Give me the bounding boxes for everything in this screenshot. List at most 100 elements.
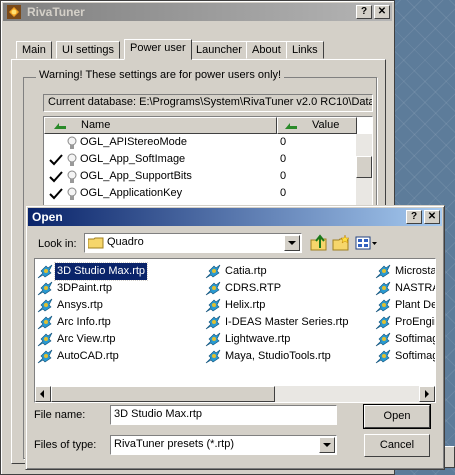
chevron-down-icon[interactable] — [319, 437, 335, 453]
preset-file-icon — [375, 315, 391, 330]
scroll-left-button[interactable] — [35, 386, 51, 402]
file-name: Arc Info.rtp — [57, 316, 111, 328]
preset-file-icon — [205, 349, 221, 364]
list-item[interactable]: OGL_ApplicationKey 0 — [44, 185, 357, 202]
refresh-arrow-icon — [54, 123, 66, 129]
current-database-path: Current database: E:\Programs\System\Riv… — [43, 94, 373, 112]
file-name: 3D Studio Max.rtp — [53, 262, 149, 281]
open-button[interactable]: Open — [363, 404, 431, 429]
column-header-value[interactable]: Value — [277, 117, 357, 134]
file-name: 3DPaint.rtp — [57, 282, 113, 294]
open-dialog-titlebar[interactable]: Open ? ✕ — [28, 208, 442, 226]
preset-file-icon — [37, 315, 53, 330]
folder-icon — [88, 237, 104, 249]
open-dialog: Open ? ✕ Look in: Quadro 3D Studio Max.r… — [25, 205, 445, 470]
look-in-combobox[interactable]: Quadro — [84, 233, 302, 253]
list-item[interactable]: OGL_App_SoftImage 0 — [44, 151, 357, 168]
checkmark-icon — [49, 188, 63, 200]
tab-main[interactable]: Main — [16, 41, 52, 59]
tab-power-user[interactable]: Power user — [124, 39, 192, 60]
rivatuner-titlebar[interactable]: RivaTuner ? ✕ — [3, 3, 392, 21]
file-name: I-DEAS Master Series.rtp — [225, 316, 349, 328]
row-value: 0 — [280, 153, 287, 165]
file-name: ProEngine — [395, 316, 435, 328]
row-name: OGL_App_SupportBits — [80, 170, 192, 182]
files-of-type-label: Files of type: — [34, 439, 97, 451]
arrow-right-icon — [425, 390, 429, 398]
look-in-value: Quadro — [107, 236, 144, 248]
file-name: AutoCAD.rtp — [57, 350, 119, 362]
preset-file-icon — [205, 315, 221, 330]
file-name-input[interactable]: 3D Studio Max.rtp — [110, 405, 337, 425]
preset-file-icon — [375, 332, 391, 347]
tab-ui-settings[interactable]: UI settings — [56, 41, 120, 59]
bulb-icon — [67, 136, 77, 149]
row-name: OGL_ApplicationKey — [80, 187, 183, 199]
checkmark-icon — [49, 171, 63, 183]
warning-label: Warning! These settings are for power us… — [36, 69, 285, 81]
scroll-right-button[interactable] — [419, 386, 435, 402]
open-dialog-title: Open — [32, 210, 63, 224]
look-in-label: Look in: — [38, 238, 77, 250]
up-one-level-icon[interactable] — [309, 234, 329, 252]
checkmark-icon — [49, 154, 63, 166]
list-item[interactable]: OGL_App_SupportBits 0 — [44, 168, 357, 185]
column-name-label: Name — [81, 119, 111, 131]
help-button[interactable]: ? — [356, 5, 372, 19]
preset-file-icon — [205, 264, 221, 279]
close-button[interactable]: ✕ — [374, 5, 390, 19]
close-button[interactable]: ✕ — [424, 210, 440, 224]
file-name: Ansys.rtp — [57, 299, 103, 311]
new-folder-icon[interactable] — [331, 234, 351, 252]
preset-file-icon — [37, 298, 53, 313]
chevron-down-icon[interactable] — [284, 235, 300, 251]
tab-links[interactable]: Links — [286, 41, 324, 59]
rivatuner-app-icon — [7, 5, 21, 19]
refresh-arrow-icon — [285, 123, 297, 129]
file-name: Softimage — [395, 350, 435, 362]
column-value-label: Value — [312, 119, 340, 131]
cancel-button[interactable]: Cancel — [364, 434, 430, 457]
file-name: Plant Desi — [395, 299, 436, 311]
row-value: 0 — [280, 187, 287, 199]
preset-file-icon — [37, 264, 53, 279]
bulb-icon — [67, 153, 77, 166]
file-name: Catia.rtp — [225, 265, 267, 277]
list-vertical-scrollbar[interactable] — [356, 134, 372, 210]
file-name: Maya, StudioTools.rtp — [225, 350, 331, 362]
preset-file-icon — [205, 298, 221, 313]
file-name: Softimage — [395, 333, 435, 345]
preset-file-icon — [375, 298, 391, 313]
file-name-label: File name: — [34, 409, 86, 421]
list-item[interactable]: OGL_APIStereoMode 0 — [44, 134, 357, 151]
scrollbar-thumb[interactable] — [51, 386, 275, 402]
file-list[interactable]: 3D Studio Max.rtp 3DPaint.rtp Ansys.rtp … — [34, 258, 436, 403]
file-name: Microstati — [395, 265, 436, 277]
tab-about[interactable]: About — [246, 41, 287, 59]
arrow-left-icon — [40, 390, 44, 398]
column-header-name[interactable]: Name — [44, 117, 277, 134]
preset-file-icon — [37, 332, 53, 347]
files-of-type-value: RivaTuner presets (*.rtp) — [114, 438, 235, 450]
bulb-icon — [67, 170, 77, 183]
tab-launcher[interactable]: Launcher — [190, 41, 248, 59]
file-name: CDRS.RTP — [225, 282, 282, 294]
bulb-icon — [67, 187, 77, 200]
help-button[interactable]: ? — [406, 210, 422, 224]
row-value: 0 — [280, 136, 287, 148]
files-of-type-combobox[interactable]: RivaTuner presets (*.rtp) — [110, 435, 337, 455]
view-menu-icon[interactable] — [354, 234, 378, 252]
file-list-horizontal-scrollbar[interactable] — [35, 386, 435, 402]
preset-file-icon — [375, 264, 391, 279]
preset-file-icon — [375, 349, 391, 364]
file-name: Lightwave.rtp — [225, 333, 291, 345]
file-name: Helix.rtp — [225, 299, 266, 311]
settings-listview[interactable]: Name Value OGL_APIStereoMode 0 OGL_App_S… — [43, 116, 373, 211]
preset-file-icon — [205, 332, 221, 347]
rivatuner-title: RivaTuner — [27, 5, 85, 19]
file-name: NASTRAN — [395, 282, 435, 294]
scrollbar-thumb[interactable] — [356, 156, 372, 178]
row-name: OGL_App_SoftImage — [80, 153, 186, 165]
preset-file-icon — [375, 281, 391, 296]
preset-file-icon — [37, 281, 53, 296]
